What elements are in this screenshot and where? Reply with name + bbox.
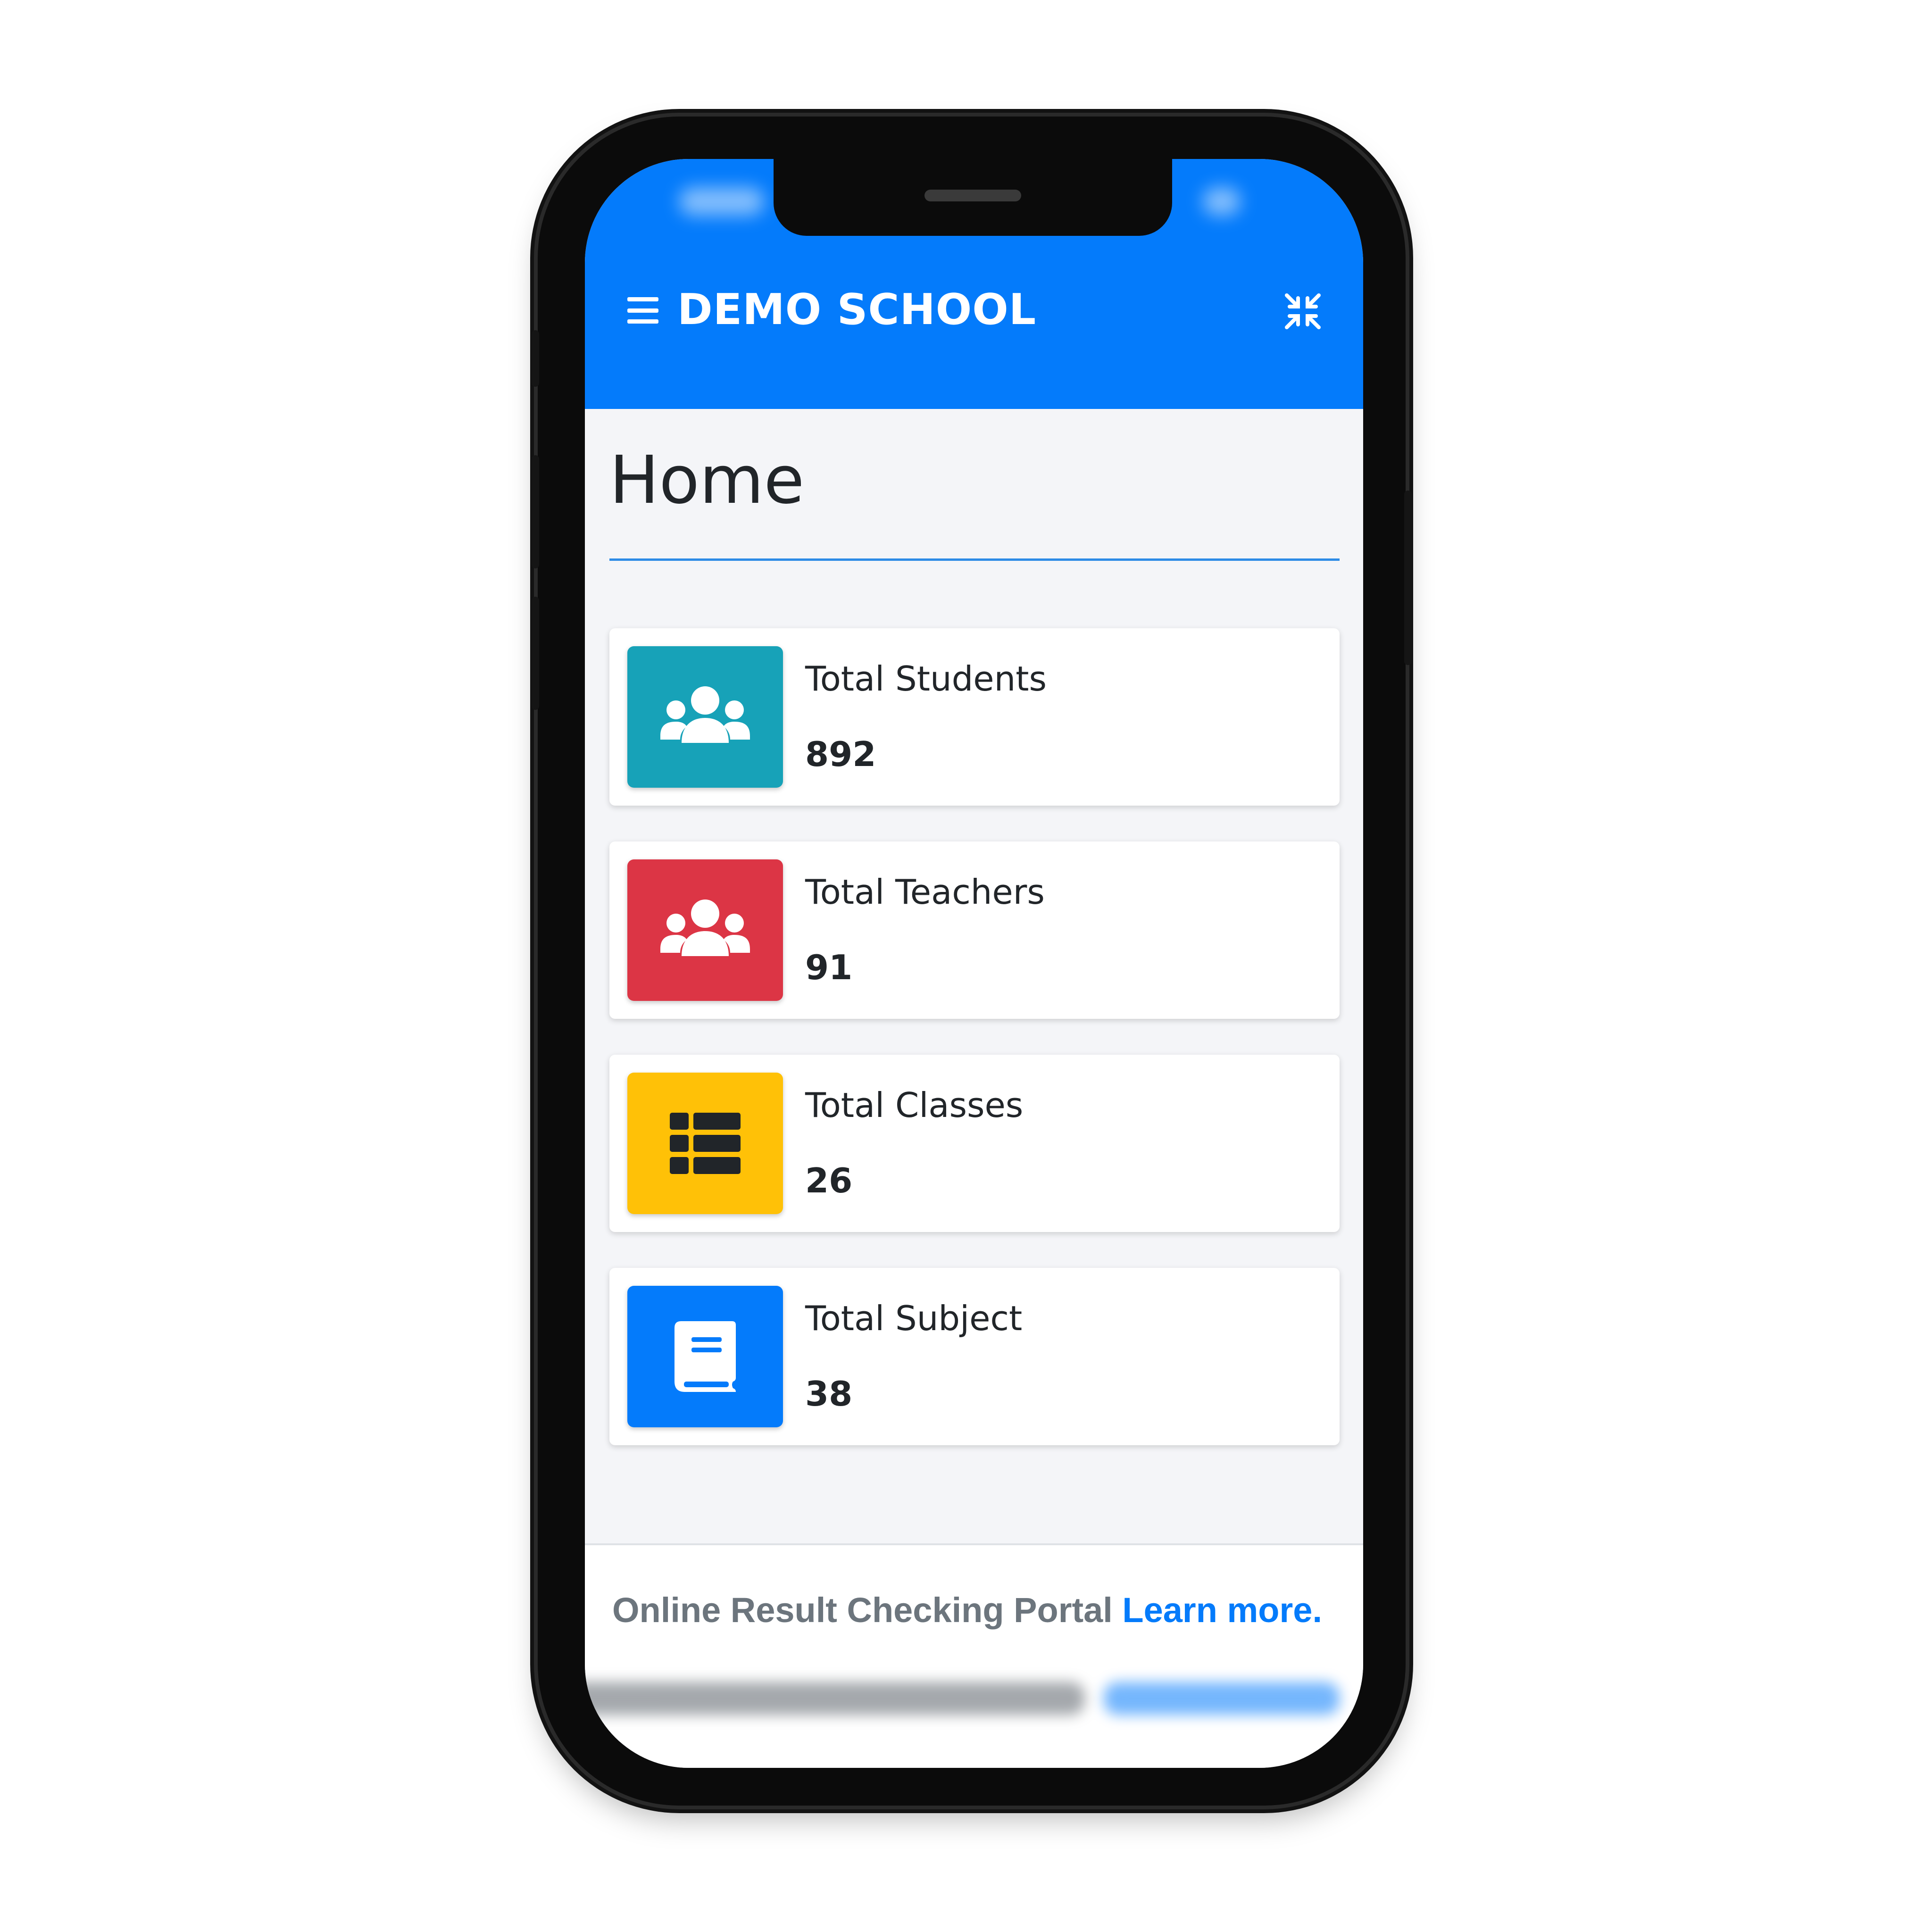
- page-title: Home: [609, 442, 805, 519]
- footer-reflection-blurred: [585, 1682, 1363, 1729]
- learn-more-link[interactable]: Learn more: [1122, 1591, 1312, 1630]
- stat-value: 892: [805, 734, 876, 774]
- users-icon: [660, 686, 750, 743]
- footer-portal-text: Online Result Checking Portal: [612, 1591, 1123, 1630]
- stat-label: Total Classes: [805, 1085, 1024, 1125]
- stat-icon-box: [627, 646, 783, 788]
- footer-text: Online Result Checking Portal Learn more…: [612, 1590, 1322, 1630]
- book-icon: [675, 1321, 736, 1392]
- stat-label: Total Students: [805, 659, 1047, 699]
- title-divider: [609, 558, 1340, 561]
- brand-title[interactable]: DEMO SCHOOL: [677, 286, 1036, 333]
- users-icon: [660, 899, 750, 956]
- stat-card-teachers[interactable]: Total Teachers 91: [609, 841, 1340, 1019]
- stat-label: Total Subject: [805, 1299, 1023, 1338]
- menu-icon[interactable]: [627, 297, 658, 324]
- phone-volume-down-button: [532, 597, 539, 710]
- stat-icon-box: [627, 859, 783, 1001]
- stat-value: 26: [805, 1161, 853, 1200]
- page-footer: Online Result Checking Portal Learn more…: [585, 1543, 1363, 1768]
- footer-period: .: [1312, 1591, 1323, 1630]
- phone-volume-up-button: [532, 455, 539, 568]
- phone-screen: DEMO SCHOOL Home Total Students 892 Tota…: [585, 159, 1363, 1768]
- stat-icon-box: [627, 1073, 783, 1214]
- stat-card-students[interactable]: Total Students 892: [609, 628, 1340, 806]
- stat-card-classes[interactable]: Total Classes 26: [609, 1055, 1340, 1232]
- phone-power-button: [1404, 491, 1412, 665]
- stat-value: 91: [805, 948, 853, 987]
- phone-side-button: [532, 330, 539, 387]
- stat-label: Total Teachers: [805, 872, 1045, 912]
- stat-card-subjects[interactable]: Total Subject 38: [609, 1268, 1340, 1445]
- stat-value: 38: [805, 1374, 853, 1414]
- stat-icon-box: [627, 1286, 783, 1427]
- list-icon: [670, 1113, 741, 1174]
- phone-speaker: [924, 190, 1021, 201]
- compress-icon[interactable]: [1284, 292, 1322, 330]
